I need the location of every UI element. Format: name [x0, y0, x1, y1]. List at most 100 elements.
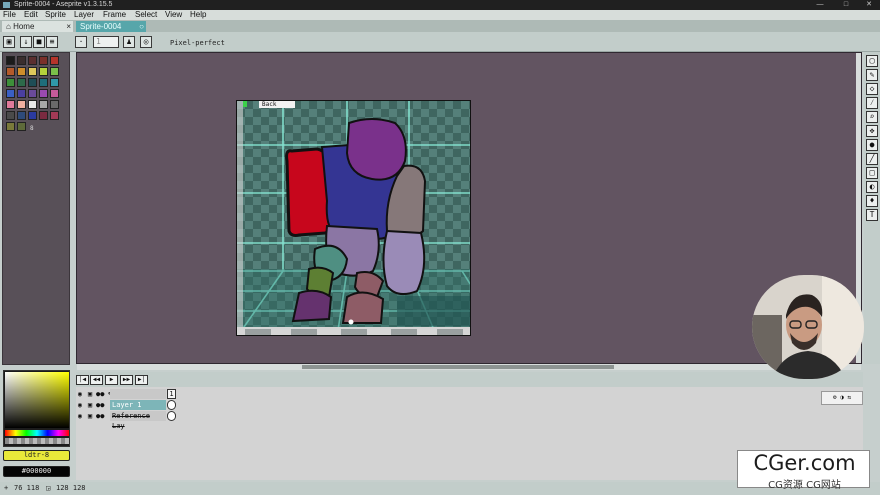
- menu-file[interactable]: File: [3, 10, 16, 20]
- palette-swatch[interactable]: [17, 67, 26, 76]
- eraser-tool-icon[interactable]: ◇: [866, 83, 878, 95]
- palette-swatch[interactable]: [6, 89, 15, 98]
- move-tool-icon[interactable]: ✥: [866, 125, 878, 137]
- palette-swatch[interactable]: [17, 78, 26, 87]
- last-frame-icon[interactable]: ▶|: [135, 375, 148, 385]
- menu-view[interactable]: View: [165, 10, 182, 20]
- continuous-icon[interactable]: ●●: [96, 401, 104, 409]
- menu-frame[interactable]: Frame: [103, 10, 126, 20]
- palette-swatch[interactable]: [17, 56, 26, 65]
- continuous-icon[interactable]: ●●: [96, 412, 104, 420]
- play-icon[interactable]: ▶: [105, 375, 118, 385]
- continuous-icon[interactable]: ●●: [96, 390, 104, 398]
- palette-swatch[interactable]: [28, 56, 37, 65]
- saturation-value-field[interactable]: [5, 372, 69, 428]
- canvas-editor[interactable]: Back: [76, 52, 862, 364]
- menu-layer[interactable]: Layer: [74, 10, 94, 20]
- timeline-options[interactable]: ⚙ ◑ ⇆: [821, 391, 863, 405]
- palette-swatch[interactable]: [50, 67, 59, 76]
- palette-swatch[interactable]: [17, 122, 26, 131]
- hue-slider[interactable]: [5, 430, 69, 436]
- palette-swatch[interactable]: [6, 111, 15, 120]
- tab-sprite[interactable]: Sprite-0004 ○: [76, 21, 146, 32]
- lock-icon[interactable]: ▣: [86, 401, 94, 409]
- palette-swatch[interactable]: [6, 100, 15, 109]
- palette-swatch[interactable]: [39, 89, 48, 98]
- palette-swatch[interactable]: [50, 78, 59, 87]
- color-picker[interactable]: [3, 370, 70, 447]
- contour-tool-icon[interactable]: ◐: [866, 181, 878, 193]
- cel-icon[interactable]: [167, 400, 176, 410]
- lock-icon[interactable]: ▣: [86, 412, 94, 420]
- menu-help[interactable]: Help: [190, 10, 206, 20]
- pixel-perfect-label[interactable]: Pixel-perfect: [170, 39, 225, 47]
- close-window-button[interactable]: ✕: [856, 0, 880, 10]
- eye-icon[interactable]: ◉: [76, 390, 84, 398]
- tab-sprite-label: Sprite-0004: [80, 22, 122, 31]
- sprite-canvas[interactable]: Back: [236, 100, 471, 336]
- layer-name[interactable]: Reference Lay: [110, 411, 166, 430]
- palette-swatch[interactable]: [6, 78, 15, 87]
- menu-sprite[interactable]: Sprite: [45, 10, 66, 20]
- first-frame-icon[interactable]: |◀: [76, 375, 89, 385]
- fill-tool-icon[interactable]: ●: [866, 139, 878, 151]
- list-icon[interactable]: ≡: [46, 36, 58, 48]
- close-tab-icon[interactable]: ×: [66, 21, 71, 32]
- palette-swatch[interactable]: [6, 56, 15, 65]
- prev-frame-icon[interactable]: ◀◀: [90, 375, 103, 385]
- symmetry-icon[interactable]: ◎: [140, 36, 152, 48]
- download-icon[interactable]: ↓: [20, 36, 32, 48]
- palette-swatch[interactable]: [28, 111, 37, 120]
- palette-swatch[interactable]: [39, 100, 48, 109]
- brush-size-field[interactable]: 1: [93, 36, 119, 48]
- palette-swatch[interactable]: [28, 78, 37, 87]
- lock-icon[interactable]: ▣: [86, 390, 94, 398]
- text-tool-icon[interactable]: T: [866, 209, 878, 221]
- blur-tool-icon[interactable]: ♦: [866, 195, 878, 207]
- eye-icon[interactable]: ◉: [76, 412, 84, 420]
- palette-swatch[interactable]: [39, 56, 48, 65]
- marquee-tool-icon[interactable]: ▢: [866, 55, 878, 67]
- palette-swatch[interactable]: [50, 111, 59, 120]
- line-tool-icon[interactable]: ╱: [866, 153, 878, 165]
- palette-swatch[interactable]: [39, 78, 48, 87]
- eye-icon[interactable]: ◉: [76, 401, 84, 409]
- palette-swatch[interactable]: [50, 100, 59, 109]
- palette-swatch[interactable]: [50, 89, 59, 98]
- menu-select[interactable]: Select: [135, 10, 157, 20]
- palette-swatch[interactable]: [17, 111, 26, 120]
- next-frame-icon[interactable]: ▶▶: [120, 375, 133, 385]
- cel-icon[interactable]: [167, 411, 176, 421]
- alpha-slider[interactable]: [5, 438, 69, 444]
- menu-edit[interactable]: Edit: [24, 10, 38, 20]
- palette-swatch[interactable]: [28, 89, 37, 98]
- pencil-tool-icon[interactable]: ✎: [866, 69, 878, 81]
- brush-type-icon[interactable]: ·: [75, 36, 87, 48]
- palette-swatch[interactable]: [39, 67, 48, 76]
- palette-swatch[interactable]: [50, 56, 59, 65]
- palette-swatch[interactable]: [6, 122, 15, 131]
- new-sprite-icon[interactable]: ▣: [3, 36, 15, 48]
- minimize-button[interactable]: —: [807, 0, 833, 10]
- palette-swatch[interactable]: [17, 100, 26, 109]
- zoom-tool-icon[interactable]: ⌕: [866, 111, 878, 123]
- foreground-color[interactable]: ldtr-8: [3, 450, 70, 461]
- palette-swatch[interactable]: [39, 111, 48, 120]
- horizontal-scroll-thumb[interactable]: [302, 365, 614, 369]
- tab-home[interactable]: ⌂ Home ×: [2, 21, 73, 32]
- palette-swatch[interactable]: [28, 67, 37, 76]
- layer-row[interactable]: ◉ ▣ ●● Layer 1: [76, 400, 176, 410]
- unsaved-dot-icon[interactable]: ○: [139, 21, 144, 32]
- eyedropper-tool-icon[interactable]: ⁄: [866, 97, 878, 109]
- layer-name[interactable]: Layer 1: [110, 400, 166, 410]
- rectangle-tool-icon[interactable]: □: [866, 167, 878, 179]
- palette-swatch[interactable]: [6, 67, 15, 76]
- ink-icon[interactable]: ♟: [123, 36, 135, 48]
- background-color[interactable]: #000000: [3, 466, 70, 477]
- palette-swatch[interactable]: [17, 89, 26, 98]
- save-icon[interactable]: ■: [33, 36, 45, 48]
- palette-swatch[interactable]: [28, 100, 37, 109]
- frame-number[interactable]: 1: [167, 389, 176, 399]
- layer-row-header[interactable]: ◉ ▣ ●● ⚭ 1: [76, 389, 176, 399]
- layer-row[interactable]: ◉ ▣ ●● Reference Lay: [76, 411, 176, 430]
